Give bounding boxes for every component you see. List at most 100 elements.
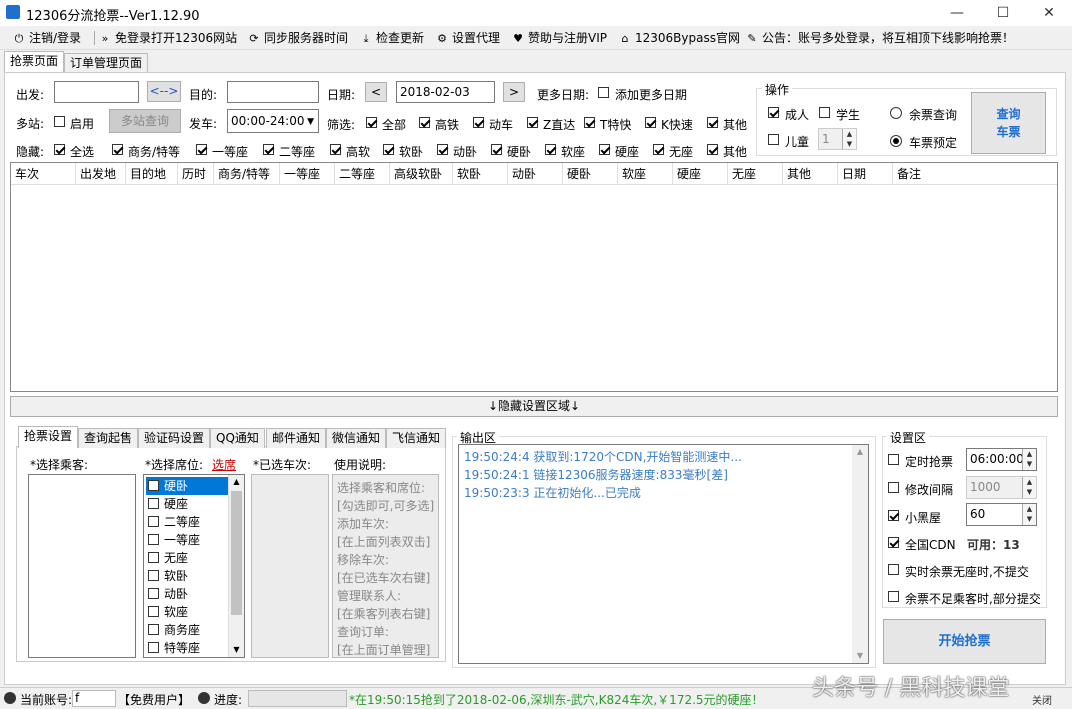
column-destination[interactable]: 目的地 [126,163,178,185]
selected-train-list[interactable] [251,474,329,658]
ticket-reserve-radio[interactable] [890,135,902,147]
menu-proxy[interactable]: ⚙ 设置代理 [435,30,500,46]
column-high-soft[interactable]: 高级软卧 [390,163,453,185]
column-second-class[interactable]: 二等座 [335,163,390,185]
tab-grab-page[interactable]: 抢票页面 [4,51,65,73]
timed-grab-time-input[interactable]: 06:00:00 ▲ ▼ [966,448,1037,471]
train-list-table[interactable]: 车次 出发地 目的地 历时 商务/特等 一等座 二等座 高级软卧 软卧 动卧 硬… [10,162,1058,392]
from-input[interactable] [54,81,139,103]
column-remarks[interactable]: 备注 [893,163,1057,185]
seat-checkbox[interactable] [148,480,159,491]
to-input[interactable] [227,81,319,103]
seat-checkbox[interactable] [148,534,159,545]
modify-interval-checkbox[interactable] [888,482,899,493]
select-seat-link[interactable]: 选席 [212,456,236,473]
child-count-stepper[interactable]: 1 ▲ ▼ [818,128,857,150]
date-input[interactable]: 2018-02-03 [396,81,495,103]
filter-z-checkbox[interactable] [527,117,538,128]
tab-mail-notify[interactable]: 邮件通知 [266,428,327,448]
hide-soft-seat-checkbox[interactable] [545,144,556,155]
tab-query-sale[interactable]: 查询起售 [78,428,139,448]
scroll-down-icon[interactable]: ▼ [852,649,868,663]
seat-checkbox[interactable] [148,570,159,581]
column-no-seat[interactable]: 无座 [728,163,783,185]
filter-k-checkbox[interactable] [645,117,656,128]
filter-all-checkbox[interactable] [366,117,377,128]
seat-checkbox[interactable] [148,516,159,527]
tab-captcha-settings[interactable]: 验证码设置 [138,428,211,448]
scroll-up-icon[interactable]: ▲ [229,475,244,489]
column-duration[interactable]: 历时 [178,163,214,185]
stepper-arrows-icon[interactable]: ▲ ▼ [1022,477,1036,498]
hide-other-checkbox[interactable] [707,144,718,155]
list-item[interactable]: 动卧 [146,585,228,603]
output-scrollbar[interactable]: ▲ ▼ [852,445,868,663]
start-grab-button[interactable]: 开始抢票 [883,619,1046,664]
seat-checkbox[interactable] [148,642,159,653]
list-item[interactable]: 二等座 [146,513,228,531]
list-item[interactable]: 硬卧 [146,477,228,495]
tab-qq-notify[interactable]: QQ通知 [210,428,265,448]
column-hard-seat[interactable]: 硬座 [673,163,728,185]
scroll-down-icon[interactable]: ▼ [229,643,244,657]
list-item[interactable]: 软卧 [146,567,228,585]
column-soft-seat[interactable]: 软座 [618,163,673,185]
multi-station-query-button[interactable]: 多站查询 [109,109,181,133]
tab-order-management[interactable]: 订单管理页面 [64,53,149,73]
list-item[interactable]: 一等座 [146,531,228,549]
add-more-dates-checkbox[interactable] [598,87,609,98]
next-date-button[interactable]: > [503,82,525,102]
list-item[interactable]: 特等座 [146,639,228,657]
column-soft-sleeper[interactable]: 软卧 [453,163,508,185]
hide-second-class-checkbox[interactable] [263,144,274,155]
query-tickets-button[interactable]: 查询 车票 [971,92,1046,154]
stepper-arrows-icon[interactable]: ▲ ▼ [1022,449,1036,470]
list-item[interactable]: 硬座 [146,495,228,513]
menu-logout-login[interactable]: ⏻ 注销/登录 [12,30,81,46]
child-checkbox[interactable] [768,134,779,145]
list-item[interactable]: 商务座 [146,621,228,639]
column-emu-sleeper[interactable]: 动卧 [508,163,563,185]
stepper-arrows-icon[interactable]: ▲ ▼ [1022,504,1036,525]
hide-soft-sleeper-checkbox[interactable] [383,144,394,155]
menu-open-12306[interactable]: » 免登录打开12306网站 [98,30,238,46]
seat-checkbox[interactable] [148,552,159,563]
column-date[interactable]: 日期 [838,163,893,185]
hide-settings-bar[interactable]: ↓隐藏设置区域↓ [10,396,1058,417]
prev-date-button[interactable]: < [365,82,387,102]
hide-hard-seat-checkbox[interactable] [599,144,610,155]
hide-hard-sleeper-checkbox[interactable] [491,144,502,155]
menu-sync-time[interactable]: ⟳ 同步服务器时间 [247,30,348,46]
seat-list[interactable]: 硬卧 硬座 二等座 一等座 无座 软卧 动卧 软座 商务座 特等座 ▲ ▼ [143,474,245,658]
hide-business-checkbox[interactable] [112,144,123,155]
passenger-list[interactable] [28,474,136,658]
no-seat-skip-checkbox[interactable] [888,564,899,575]
column-origin[interactable]: 出发地 [76,163,126,185]
remaining-query-radio[interactable] [890,107,902,119]
filter-dongche-checkbox[interactable] [473,117,484,128]
hide-first-class-checkbox[interactable] [196,144,207,155]
tab-wechat-notify[interactable]: 微信通知 [326,428,387,448]
menu-sponsor-vip[interactable]: ♥ 赞助与注册VIP [511,30,607,46]
column-other[interactable]: 其他 [783,163,838,185]
menu-official-site[interactable]: ⌂ 12306Bypass官网 [618,30,740,46]
hide-emu-sleeper-checkbox[interactable] [437,144,448,155]
column-first-class[interactable]: 一等座 [280,163,335,185]
partial-submit-checkbox[interactable] [888,591,899,602]
national-cdn-checkbox[interactable] [888,537,899,548]
maximize-button[interactable]: ☐ [980,0,1026,26]
seat-list-scrollbar[interactable]: ▲ ▼ [228,475,244,657]
seat-checkbox[interactable] [148,624,159,635]
minimize-button[interactable]: — [934,0,980,26]
list-item[interactable]: 软座 [146,603,228,621]
student-checkbox[interactable] [819,107,830,118]
scrollbar-thumb[interactable] [231,491,242,615]
column-business[interactable]: 商务/特等 [214,163,280,185]
close-button[interactable]: ✕ [1026,0,1072,26]
filter-other-checkbox[interactable] [707,117,718,128]
tab-grab-settings[interactable]: 抢票设置 [18,426,79,448]
column-hard-sleeper[interactable]: 硬卧 [563,163,618,185]
seat-checkbox[interactable] [148,498,159,509]
list-item[interactable]: 无座 [146,549,228,567]
filter-gaotie-checkbox[interactable] [419,117,430,128]
